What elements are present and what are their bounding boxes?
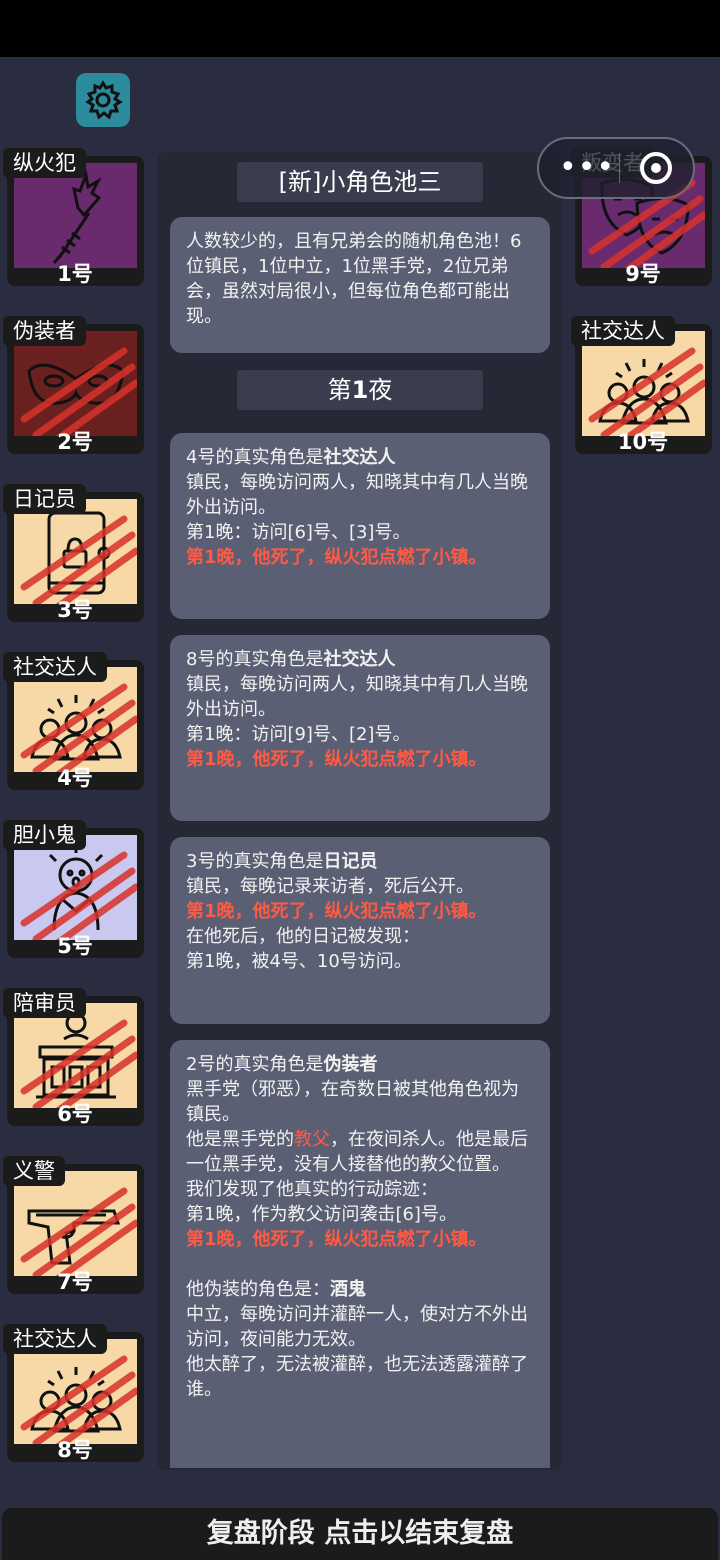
role-name-label: 社交达人 <box>571 316 675 346</box>
gun-icon <box>20 1187 137 1276</box>
role-pool-description: 人数较少的，且有兄弟会的随机角色池！6位镇民，1位中立，1位黑手党，2位兄弟会，… <box>170 217 550 353</box>
player-card-5号[interactable]: 胆小鬼 5号 <box>0 820 144 960</box>
report-after: 在他死后，他的日记被发现： <box>186 926 420 947</box>
player-card-4号[interactable]: 社交达人 4号 <box>0 652 144 792</box>
player-number: 5号 <box>57 934 93 958</box>
end-review-button[interactable]: 复盘阶段 点击以结束复盘 <box>2 1508 718 1560</box>
role-name-label: 陪审员 <box>3 988 86 1018</box>
role-name-label: 胆小鬼 <box>3 820 86 850</box>
card-art <box>14 1171 137 1276</box>
court-icon <box>20 1012 137 1108</box>
report-player-8: 8号的真实角色是社交达人 镇民，每晚访问两人，知晓其中有几人当晚外出访问。 第1… <box>170 635 550 821</box>
player-number: 2号 <box>57 430 93 454</box>
card-art <box>14 1339 137 1444</box>
report-death: 第1晚，他死了，纵火犯点燃了小镇。 <box>186 547 487 568</box>
player-card-2号[interactable]: 伪装者 2号 <box>0 316 144 456</box>
card-art <box>14 499 137 604</box>
night-number: 1 <box>351 376 369 404</box>
report-after-visit: 第1晚，被4号、10号访问。 <box>186 951 412 972</box>
diary-icon <box>20 511 137 604</box>
role-name-label: 社交达人 <box>3 652 107 682</box>
report-title: 3号的真实角色是日记员 <box>186 851 378 872</box>
more-button[interactable]: ••• <box>559 153 615 183</box>
crowd-icon <box>588 347 705 436</box>
crowd-icon <box>20 1355 137 1444</box>
player-card-8号[interactable]: 社交达人 8号 <box>0 1324 144 1464</box>
report-visit: 第1晚：访问[9]号、[2]号。 <box>186 724 411 745</box>
player-number: 1号 <box>57 262 93 286</box>
report-trace-visit: 第1晚，作为教父访问袭击[6]号。 <box>186 1204 457 1225</box>
player-card-7号[interactable]: 义警 7号 <box>0 1156 144 1296</box>
role-name-label: 义警 <box>3 1156 65 1186</box>
player-card-1号[interactable]: 纵火犯 1号 <box>0 148 144 288</box>
night-prefix: 第 <box>327 376 352 404</box>
player-number: 10号 <box>617 430 669 454</box>
status-bar <box>0 0 720 57</box>
mini-program-capsule: ••• <box>537 137 695 199</box>
report-death: 第1晚，他死了，纵火犯点燃了小镇。 <box>186 749 487 770</box>
night-title: 第1夜 <box>237 370 483 410</box>
report-title: 4号的真实角色是社交达人 <box>186 447 396 468</box>
report-trace: 我们发现了他真实的行动踪迹： <box>186 1179 438 1200</box>
report-disguise-note: 他太醉了，无法被灌醉，也无法透露灌醉了谁。 <box>186 1354 528 1400</box>
report-player-4: 4号的真实角色是社交达人 镇民，每晚访问两人，知晓其中有几人当晚外出访问。 第1… <box>170 433 550 619</box>
report-player-2: 2号的真实角色是伪装者 黑手党（邪恶），在奇数日被其他角色视为镇民。 他是黑手党… <box>170 1040 550 1468</box>
settings-button[interactable] <box>76 73 130 127</box>
player-number: 8号 <box>57 1438 93 1462</box>
capsule-divider <box>619 153 620 183</box>
pool-desc-text: 人数较少的，且有兄弟会的随机角色池！6位镇民，1位中立，1位黑手党，2位兄弟会，… <box>186 231 522 327</box>
report-disguise-desc: 中立，每晚访问并灌醉一人，使对方不外出访问，夜间能力无效。 <box>186 1304 528 1350</box>
gear-icon <box>85 80 123 120</box>
player-number: 9号 <box>625 262 661 286</box>
night-suffix: 夜 <box>368 376 393 404</box>
report-title: 8号的真实角色是社交达人 <box>186 649 396 670</box>
card-art <box>582 331 705 436</box>
torch-icon <box>52 169 102 264</box>
role-name-label: 社交达人 <box>3 1324 107 1354</box>
role-name-label: 日记员 <box>3 484 86 514</box>
report-desc: 镇民，每晚记录来访者，死后公开。 <box>186 876 474 897</box>
player-card-3号[interactable]: 日记员 3号 <box>0 484 144 624</box>
player-number: 3号 <box>57 598 93 622</box>
player-card-10号[interactable]: 社交达人 10号 <box>568 316 712 456</box>
coward-icon <box>20 847 137 940</box>
report-visit: 第1晚：访问[6]号、[3]号。 <box>186 522 411 543</box>
report-player-3: 3号的真实角色是日记员 镇民，每晚记录来访者，死后公开。 第1晚，他死了，纵火犯… <box>170 837 550 1024</box>
card-art <box>14 667 137 772</box>
report-godfather: 他是黑手党的教父，在夜间杀人。他是最后一位黑手党，没有人接替他的教父位置。 <box>186 1129 528 1175</box>
player-number: 6号 <box>57 1102 93 1126</box>
card-art <box>14 835 137 940</box>
report-death: 第1晚，他死了，纵火犯点燃了小镇。 <box>186 1229 487 1250</box>
report-title: 2号的真实角色是伪装者 <box>186 1054 378 1075</box>
crowd-icon <box>20 683 137 772</box>
report-disguise: 他伪装的角色是：酒鬼 <box>186 1279 366 1300</box>
role-pool-title: [新]小角色池三 <box>237 162 483 202</box>
role-name-label: 伪装者 <box>3 316 86 346</box>
report-desc: 镇民，每晚访问两人，知晓其中有几人当晚外出访问。 <box>186 674 528 720</box>
report-desc: 黑手党（邪恶），在奇数日被其他角色视为镇民。 <box>186 1079 519 1125</box>
report-death: 第1晚，他死了，纵火犯点燃了小镇。 <box>186 901 487 922</box>
card-art <box>14 331 137 436</box>
mask-icon <box>20 347 137 436</box>
target-icon[interactable] <box>640 152 672 184</box>
card-art <box>14 163 137 268</box>
player-card-6号[interactable]: 陪审员 6号 <box>0 988 144 1128</box>
player-number: 4号 <box>57 766 93 790</box>
role-name-label: 纵火犯 <box>3 148 86 178</box>
player-number: 7号 <box>57 1270 93 1294</box>
report-desc: 镇民，每晚访问两人，知晓其中有几人当晚外出访问。 <box>186 472 528 518</box>
card-art <box>14 1003 137 1108</box>
